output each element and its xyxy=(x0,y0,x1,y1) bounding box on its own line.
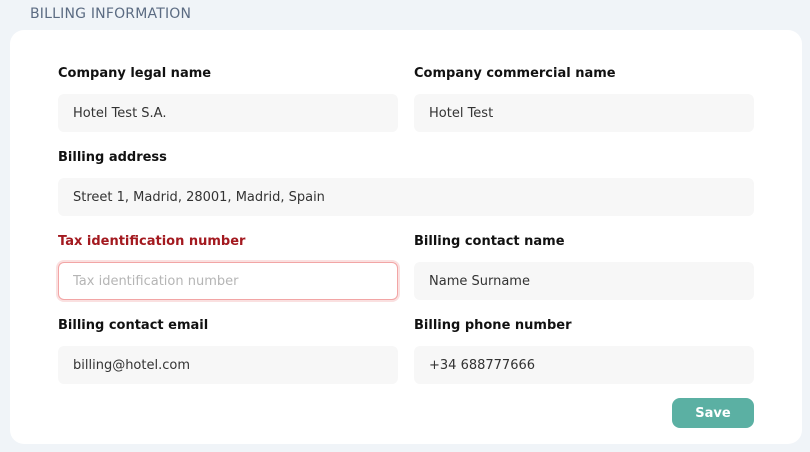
billing-phone-label: Billing phone number xyxy=(414,318,572,333)
tax-id-input[interactable] xyxy=(58,262,398,300)
billing-phone-input[interactable] xyxy=(414,346,754,384)
company-commercial-name-input[interactable] xyxy=(414,94,754,132)
billing-contact-name-input[interactable] xyxy=(414,262,754,300)
save-button[interactable]: Save xyxy=(672,398,754,428)
billing-contact-email-input[interactable] xyxy=(58,346,398,384)
company-legal-name-label: Company legal name xyxy=(58,66,212,81)
tax-id-label: Tax identification number xyxy=(58,234,246,249)
company-commercial-name-label: Company commercial name xyxy=(414,66,616,81)
billing-contact-email-label: Billing contact email xyxy=(58,318,209,333)
billing-address-input[interactable] xyxy=(58,178,754,216)
section-title: BILLING INFORMATION xyxy=(30,6,192,22)
company-legal-name-input[interactable] xyxy=(58,94,398,132)
billing-card: Company legal name Company commercial na… xyxy=(10,30,802,444)
billing-contact-name-label: Billing contact name xyxy=(414,234,565,249)
billing-address-label: Billing address xyxy=(58,150,167,165)
